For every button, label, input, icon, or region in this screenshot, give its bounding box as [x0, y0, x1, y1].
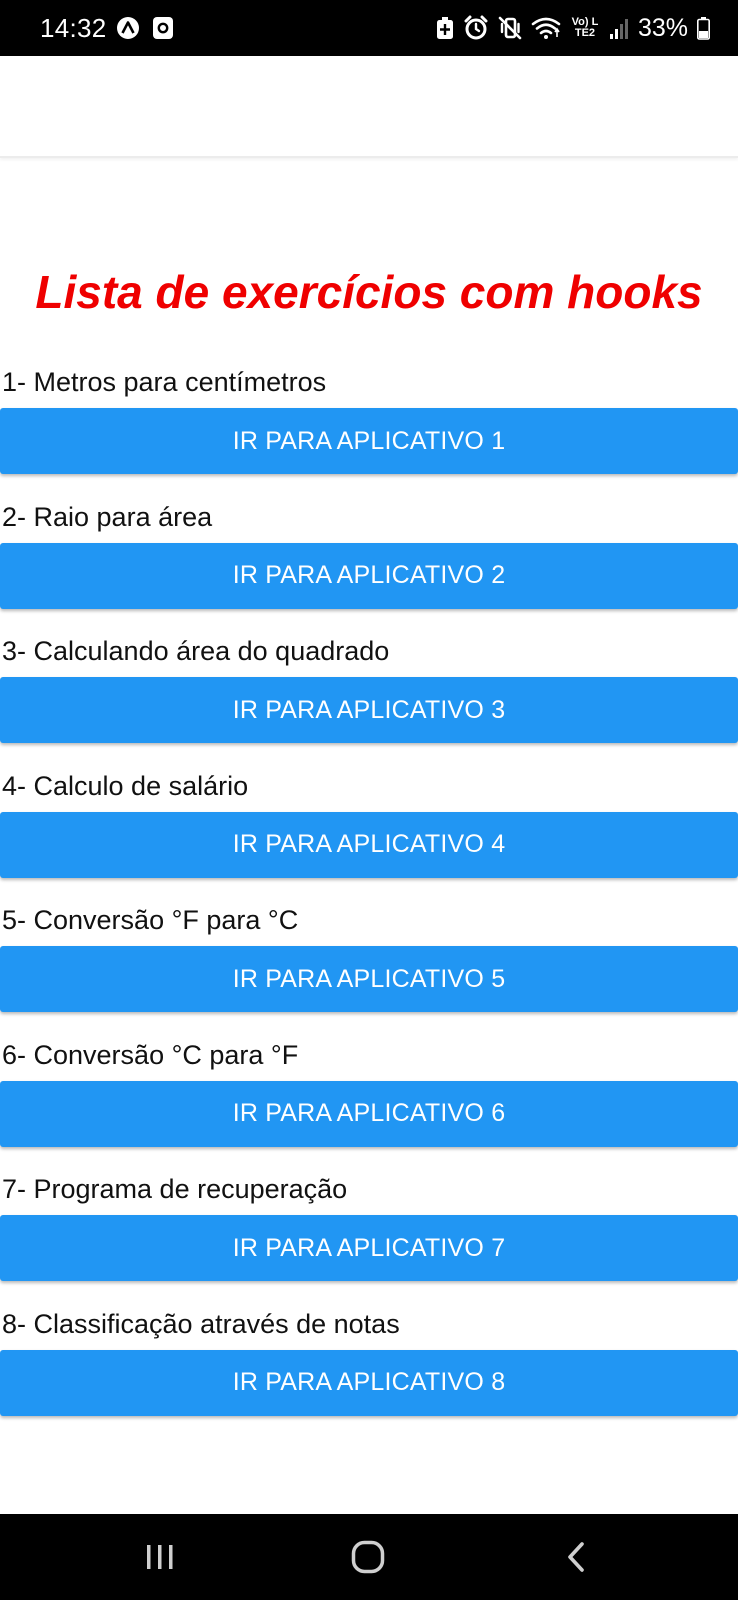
list-item: 5- Conversão °F para °C IR PARA APLICATI… — [0, 898, 738, 1033]
app-a-icon — [116, 16, 140, 40]
status-system-icons: Vo) LTE2 33% — [436, 12, 710, 44]
open-app-6-button[interactable]: IR PARA APLICATIVO 6 — [0, 1080, 738, 1147]
open-app-5-button[interactable]: IR PARA APLICATIVO 5 — [0, 946, 738, 1012]
recent-apps-icon — [145, 1543, 175, 1571]
vibrate-icon — [498, 16, 522, 40]
exercise-label-8: 8- Classificação através de notas — [2, 1308, 400, 1339]
battery-icon — [697, 16, 710, 40]
recent-apps-button[interactable] — [120, 1514, 200, 1600]
home-icon — [351, 1540, 385, 1574]
battery-percent: 33% — [637, 14, 688, 42]
exercise-label-7: 7- Programa de recuperação — [2, 1174, 348, 1204]
status-notification-icons — [116, 16, 174, 40]
network-label: Vo) LTE2 — [571, 16, 599, 39]
status-time: 14:32 — [40, 13, 107, 43]
exercise-label-4: 4- Calculo de salário — [2, 770, 249, 801]
list-item: 3- Calculando área do quadrado IR PARA A… — [0, 629, 738, 764]
exercise-label-5: 5- Conversão °F para °C — [2, 905, 299, 935]
back-button[interactable] — [536, 1514, 616, 1600]
wifi-icon — [531, 16, 561, 40]
app-header — [0, 56, 738, 158]
back-icon — [565, 1541, 587, 1573]
open-app-3-button[interactable]: IR PARA APLICATIVO 3 — [0, 677, 738, 743]
list-item: 8- Classificação através de notas IR PAR… — [0, 1302, 738, 1437]
exercise-label-2: 2- Raio para área — [2, 501, 213, 532]
alarm-icon — [463, 15, 489, 41]
open-app-7-button[interactable]: IR PARA APLICATIVO 7 — [0, 1215, 738, 1281]
list-item: 4- Calculo de salário IR PARA APLICATIVO… — [0, 764, 738, 899]
page-title: Lista de exercícios com hooks — [35, 266, 703, 318]
status-bar: 14:32 Vo) LTE2 33% — [0, 0, 738, 56]
home-button[interactable] — [328, 1514, 408, 1600]
navigation-bar — [0, 1514, 738, 1600]
open-app-2-button[interactable]: IR PARA APLICATIVO 2 — [0, 542, 738, 609]
exercise-label-3: 3- Calculando área do quadrado — [2, 636, 390, 666]
list-item: 2- Raio para área IR PARA APLICATIVO 2 — [0, 495, 738, 630]
lte-indicator: Vo) LTE2 — [570, 17, 600, 39]
battery-saver-icon — [436, 16, 454, 40]
exercise-list: 1- Metros para centímetros IR PARA APLIC… — [0, 360, 738, 1436]
open-app-8-button[interactable]: IR PARA APLICATIVO 8 — [0, 1349, 738, 1416]
list-item: 1- Metros para centímetros IR PARA APLIC… — [0, 360, 738, 495]
open-app-4-button[interactable]: IR PARA APLICATIVO 4 — [0, 811, 738, 878]
exercise-label-1: 1- Metros para centímetros — [2, 367, 327, 397]
list-item: 6- Conversão °C para °F IR PARA APLICATI… — [0, 1033, 738, 1168]
list-item: 7- Programa de recuperação IR PARA APLIC… — [0, 1167, 738, 1302]
exercise-label-6: 6- Conversão °C para °F — [2, 1039, 299, 1070]
open-app-1-button[interactable]: IR PARA APLICATIVO 1 — [0, 408, 738, 474]
signal-icon — [609, 16, 629, 40]
app-square-icon — [152, 16, 174, 40]
